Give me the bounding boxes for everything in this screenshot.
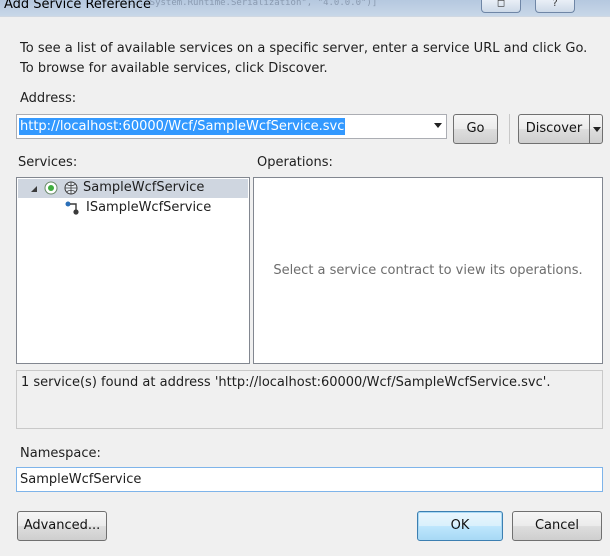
restore-icon: ◻ [496, 0, 506, 9]
address-label: Address: [20, 91, 77, 106]
cancel-button[interactable]: Cancel [512, 511, 602, 541]
title-bar[interactable]: Add Service Reference ..."System.Runtime… [0, 0, 610, 16]
go-button-label: Go [466, 121, 485, 136]
contract-icon [65, 201, 79, 215]
status-box: 1 service(s) found at address 'http://lo… [16, 370, 603, 429]
operations-placeholder: Select a service contract to view its op… [273, 263, 583, 278]
help-button[interactable]: ? [535, 0, 575, 13]
namespace-input[interactable]: SampleWcfService [16, 467, 603, 492]
operations-label: Operations: [257, 155, 333, 170]
dialog-body: To see a list of available services on a… [0, 16, 610, 556]
service-icon [64, 181, 78, 195]
namespace-label: Namespace: [20, 446, 101, 461]
service-status-icon [44, 181, 58, 195]
services-label: Services: [18, 155, 78, 170]
advanced-button-label: Advanced... [23, 518, 101, 533]
advanced-button[interactable]: Advanced... [17, 511, 107, 541]
services-tree[interactable]: SampleWcfService ISampleWcfService [16, 177, 250, 364]
ok-button[interactable]: OK [417, 511, 503, 541]
expand-arrow-icon[interactable] [30, 185, 38, 193]
namespace-value[interactable]: SampleWcfService [20, 472, 141, 487]
address-combobox[interactable]: http://localhost:60000/Wcf/SampleWcfServ… [16, 114, 447, 139]
tree-item-samplewcfservice[interactable]: SampleWcfService [17, 179, 249, 198]
help-icon: ? [552, 0, 558, 9]
go-button[interactable]: Go [453, 114, 498, 144]
ok-button-label: OK [450, 518, 470, 533]
operations-list[interactable]: Select a service contract to view its op… [253, 177, 603, 364]
discover-button[interactable]: Discover [518, 114, 590, 144]
background-code-text: ..."System.Runtime.Serialization", "4.0.… [128, 0, 378, 8]
tree-item-label: SampleWcfService [83, 180, 205, 195]
discover-dropdown-button[interactable] [589, 114, 603, 144]
toolbar-separator [509, 114, 510, 144]
tree-item-label: ISampleWcfService [86, 200, 212, 215]
discover-button-label: Discover [525, 121, 583, 136]
chevron-down-icon [593, 127, 601, 132]
instructions-text: To see a list of available services on a… [20, 41, 588, 76]
restore-button[interactable]: ◻ [481, 0, 521, 13]
address-value[interactable]: http://localhost:60000/Wcf/SampleWcfServ… [19, 118, 346, 135]
cancel-button-label: Cancel [534, 518, 580, 533]
status-message: 1 service(s) found at address 'http://lo… [21, 375, 551, 390]
tree-item-isamplewcfservice[interactable]: ISampleWcfService [17, 199, 249, 218]
dropdown-arrow-icon[interactable] [434, 123, 442, 128]
